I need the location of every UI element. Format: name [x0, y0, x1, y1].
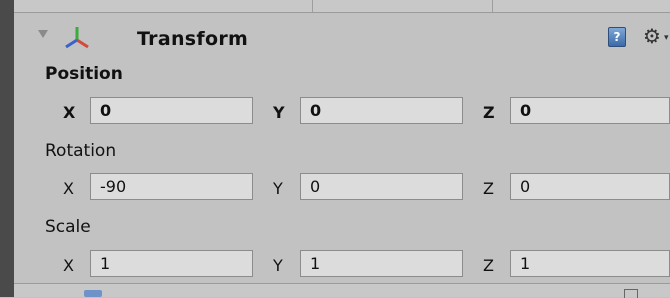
gear-icon[interactable]: ⚙ [643, 24, 661, 48]
next-component-strip [14, 284, 670, 298]
scale-z-field[interactable]: 1 [510, 250, 670, 277]
scale-label: Scale [45, 217, 91, 237]
rotation-y-label: Y [273, 179, 283, 198]
rotation-x-label: X [63, 179, 74, 198]
position-x-field[interactable]: 0 [90, 97, 253, 124]
foldout-arrow-icon[interactable] [38, 30, 48, 38]
position-label: Position [45, 64, 123, 84]
scale-z-label: Z [483, 256, 494, 275]
component-title: Transform [137, 28, 249, 50]
previous-component-strip [14, 0, 670, 13]
transform-header[interactable]: Transform ? ⚙ ▾ [14, 22, 670, 56]
transform-axes-icon [65, 27, 89, 49]
rotation-x-field[interactable]: -90 [90, 173, 253, 200]
left-panel-edge [0, 0, 14, 297]
rotation-z-field[interactable]: 0 [510, 173, 670, 200]
rotation-label: Rotation [45, 141, 117, 161]
component-icon [84, 290, 102, 297]
position-x-label: X [63, 103, 76, 122]
scale-y-field[interactable]: 1 [300, 250, 463, 277]
rotation-z-label: Z [483, 179, 494, 198]
position-y-field[interactable]: 0 [300, 97, 463, 124]
help-book-icon[interactable]: ? [608, 27, 626, 47]
position-y-label: Y [273, 103, 285, 122]
divider [312, 0, 313, 12]
position-z-label: Z [483, 103, 495, 122]
scale-x-field[interactable]: 1 [90, 250, 253, 277]
divider [492, 0, 493, 12]
position-z-field[interactable]: 0 [510, 97, 670, 124]
rotation-y-field[interactable]: 0 [300, 173, 463, 200]
scale-x-label: X [63, 256, 74, 275]
chevron-down-icon[interactable]: ▾ [664, 33, 669, 43]
scale-y-label: Y [273, 256, 283, 275]
